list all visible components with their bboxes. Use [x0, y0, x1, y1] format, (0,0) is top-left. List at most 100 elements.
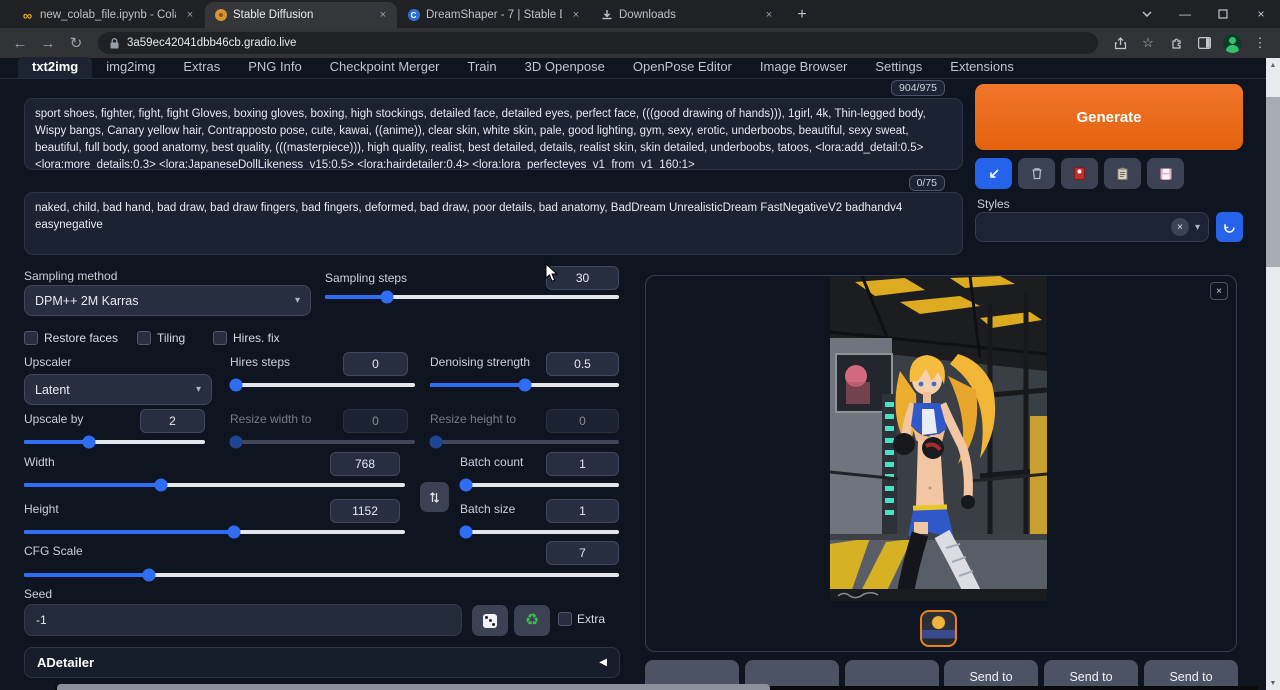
paste-params-button[interactable] — [975, 158, 1012, 189]
swap-arrows-icon — [429, 491, 440, 504]
close-image-icon[interactable]: × — [1210, 282, 1228, 300]
tab-train[interactable]: Train — [454, 57, 511, 78]
page-scrollbar[interactable]: ▲ ▼ — [1266, 58, 1280, 690]
resize-height-slider[interactable] — [430, 440, 619, 444]
upscale-by-slider[interactable] — [24, 440, 205, 444]
extensions-puzzle-icon[interactable] — [1164, 31, 1188, 55]
generate-button[interactable]: Generate — [975, 84, 1243, 150]
extra-networks-button[interactable] — [1061, 158, 1098, 189]
upscale-by-input[interactable]: 2 — [140, 409, 205, 433]
resize-width-label: Resize width to — [230, 412, 311, 426]
negative-prompt-input[interactable]: naked, child, bad hand, bad draw, bad dr… — [24, 192, 963, 255]
tab-checkpoint-merger[interactable]: Checkpoint Merger — [316, 57, 454, 78]
stable-diffusion-icon — [214, 9, 227, 22]
url-bar[interactable]: 3a59ec42041dbb46cb.gradio.live — [98, 32, 1098, 54]
tab-openpose-editor[interactable]: OpenPose Editor — [619, 57, 746, 78]
browser-tab-stable-diffusion[interactable]: Stable Diffusion × — [205, 2, 397, 28]
adetailer-accordion[interactable]: ADetailer ◀ — [24, 647, 620, 678]
browser-tabstrip: ∞ new_colab_file.ipynb - Colaborat × Sta… — [0, 0, 1280, 28]
resize-width-slider[interactable] — [230, 440, 415, 444]
maximize-button[interactable] — [1204, 0, 1242, 28]
new-tab-button[interactable]: + — [789, 2, 815, 28]
tab-extensions[interactable]: Extensions — [936, 57, 1028, 78]
batch-size-slider[interactable] — [460, 530, 619, 534]
tab-3d-openpose[interactable]: 3D Openpose — [511, 57, 619, 78]
share-icon[interactable] — [1108, 31, 1132, 55]
sampling-steps-input[interactable]: 30 — [546, 266, 619, 290]
tab-close-icon[interactable]: × — [375, 7, 391, 23]
browser-menu-icon[interactable]: ⋮ — [1248, 31, 1272, 55]
cfg-scale-input[interactable]: 7 — [546, 541, 619, 565]
upscaler-value: Latent — [35, 383, 70, 397]
width-label: Width — [24, 455, 55, 469]
bookmark-star-icon[interactable]: ☆ — [1136, 31, 1160, 55]
next-section-edge — [57, 684, 770, 690]
height-slider[interactable] — [24, 530, 405, 534]
styles-dropdown[interactable]: × ▾ — [975, 212, 1209, 242]
clear-styles-icon[interactable]: × — [1171, 218, 1189, 236]
sampling-method-value: DPM++ 2M Karras — [35, 294, 139, 308]
hires-fix-checkbox[interactable] — [213, 331, 227, 345]
tab-search-icon[interactable] — [1128, 0, 1166, 28]
tab-close-icon[interactable]: × — [761, 7, 777, 23]
browser-tab-dreamshaper[interactable]: C DreamShaper - 7 | Stable Diffusio × — [398, 2, 590, 28]
extra-seed-checkbox[interactable] — [558, 612, 572, 626]
seed-input[interactable]: -1 — [24, 604, 462, 636]
batch-count-input[interactable]: 1 — [546, 452, 619, 476]
cfg-scale-slider[interactable] — [24, 573, 619, 577]
apply-style-button[interactable] — [1104, 158, 1141, 189]
tiling-checkbox[interactable] — [137, 331, 151, 345]
denoising-input[interactable]: 0.5 — [546, 352, 619, 376]
colab-icon: ∞ — [21, 9, 34, 22]
tab-close-icon[interactable]: × — [182, 7, 198, 23]
clear-prompt-button[interactable] — [1018, 158, 1055, 189]
width-slider[interactable] — [24, 483, 405, 487]
tab-img2img[interactable]: img2img — [92, 57, 169, 78]
styles-label: Styles — [977, 197, 1010, 211]
upscaler-dropdown[interactable]: Latent ▾ — [24, 374, 212, 405]
refresh-styles-button[interactable] — [1216, 212, 1243, 242]
tab-image-browser[interactable]: Image Browser — [746, 57, 861, 78]
resize-width-input[interactable]: 0 — [343, 409, 408, 433]
batch-size-input[interactable]: 1 — [546, 499, 619, 523]
hires-steps-input[interactable]: 0 — [343, 352, 408, 376]
browser-toolbar: ← → ↻ 3a59ec42041dbb46cb.gradio.live ☆ ⋮ — [0, 28, 1280, 58]
forward-icon[interactable]: → — [36, 31, 60, 55]
sampling-steps-slider[interactable] — [325, 295, 619, 299]
gallery-thumbnail[interactable] — [920, 610, 957, 647]
minimize-button[interactable]: — — [1166, 0, 1204, 28]
tab-title: Stable Diffusion — [233, 9, 369, 21]
profile-avatar[interactable] — [1220, 31, 1244, 55]
tab-png-info[interactable]: PNG Info — [234, 57, 315, 78]
browser-tab-downloads[interactable]: Downloads × — [591, 2, 783, 28]
resize-height-input[interactable]: 0 — [546, 409, 619, 433]
save-style-button[interactable] — [1147, 158, 1184, 189]
close-window-button[interactable]: × — [1242, 0, 1280, 28]
random-seed-button[interactable] — [472, 605, 508, 636]
generated-image[interactable] — [830, 276, 1047, 601]
tab-title: new_colab_file.ipynb - Colaborat — [40, 9, 176, 21]
tab-extras[interactable]: Extras — [169, 57, 234, 78]
prompt-input[interactable]: sport shoes, fighter, fight, fight Glove… — [24, 98, 963, 170]
side-panel-icon[interactable] — [1192, 31, 1216, 55]
back-icon[interactable]: ← — [8, 31, 32, 55]
sampling-steps-label: Sampling steps — [325, 271, 407, 285]
reuse-seed-button[interactable]: ♻ — [514, 605, 550, 636]
refresh-icon[interactable]: ↻ — [64, 31, 88, 55]
tab-close-icon[interactable]: × — [568, 7, 584, 23]
tab-settings[interactable]: Settings — [861, 57, 936, 78]
batch-count-slider[interactable] — [460, 483, 619, 487]
sampling-method-dropdown[interactable]: DPM++ 2M Karras ▾ — [24, 285, 311, 316]
restore-faces-checkbox[interactable] — [24, 331, 38, 345]
tab-txt2img[interactable]: txt2img — [18, 57, 92, 78]
scroll-down-icon[interactable]: ▼ — [1266, 676, 1280, 690]
swap-dimensions-button[interactable] — [420, 482, 449, 512]
scrollbar-thumb[interactable] — [1266, 97, 1280, 267]
height-input[interactable]: 1152 — [330, 499, 400, 523]
stable-diffusion-page: txt2img img2img Extras PNG Info Checkpoi… — [0, 58, 1280, 690]
browser-tab-colab[interactable]: ∞ new_colab_file.ipynb - Colaborat × — [12, 2, 204, 28]
width-input[interactable]: 768 — [330, 452, 400, 476]
denoising-slider[interactable] — [430, 383, 619, 387]
scroll-up-icon[interactable]: ▲ — [1266, 58, 1280, 72]
hires-steps-slider[interactable] — [230, 383, 415, 387]
